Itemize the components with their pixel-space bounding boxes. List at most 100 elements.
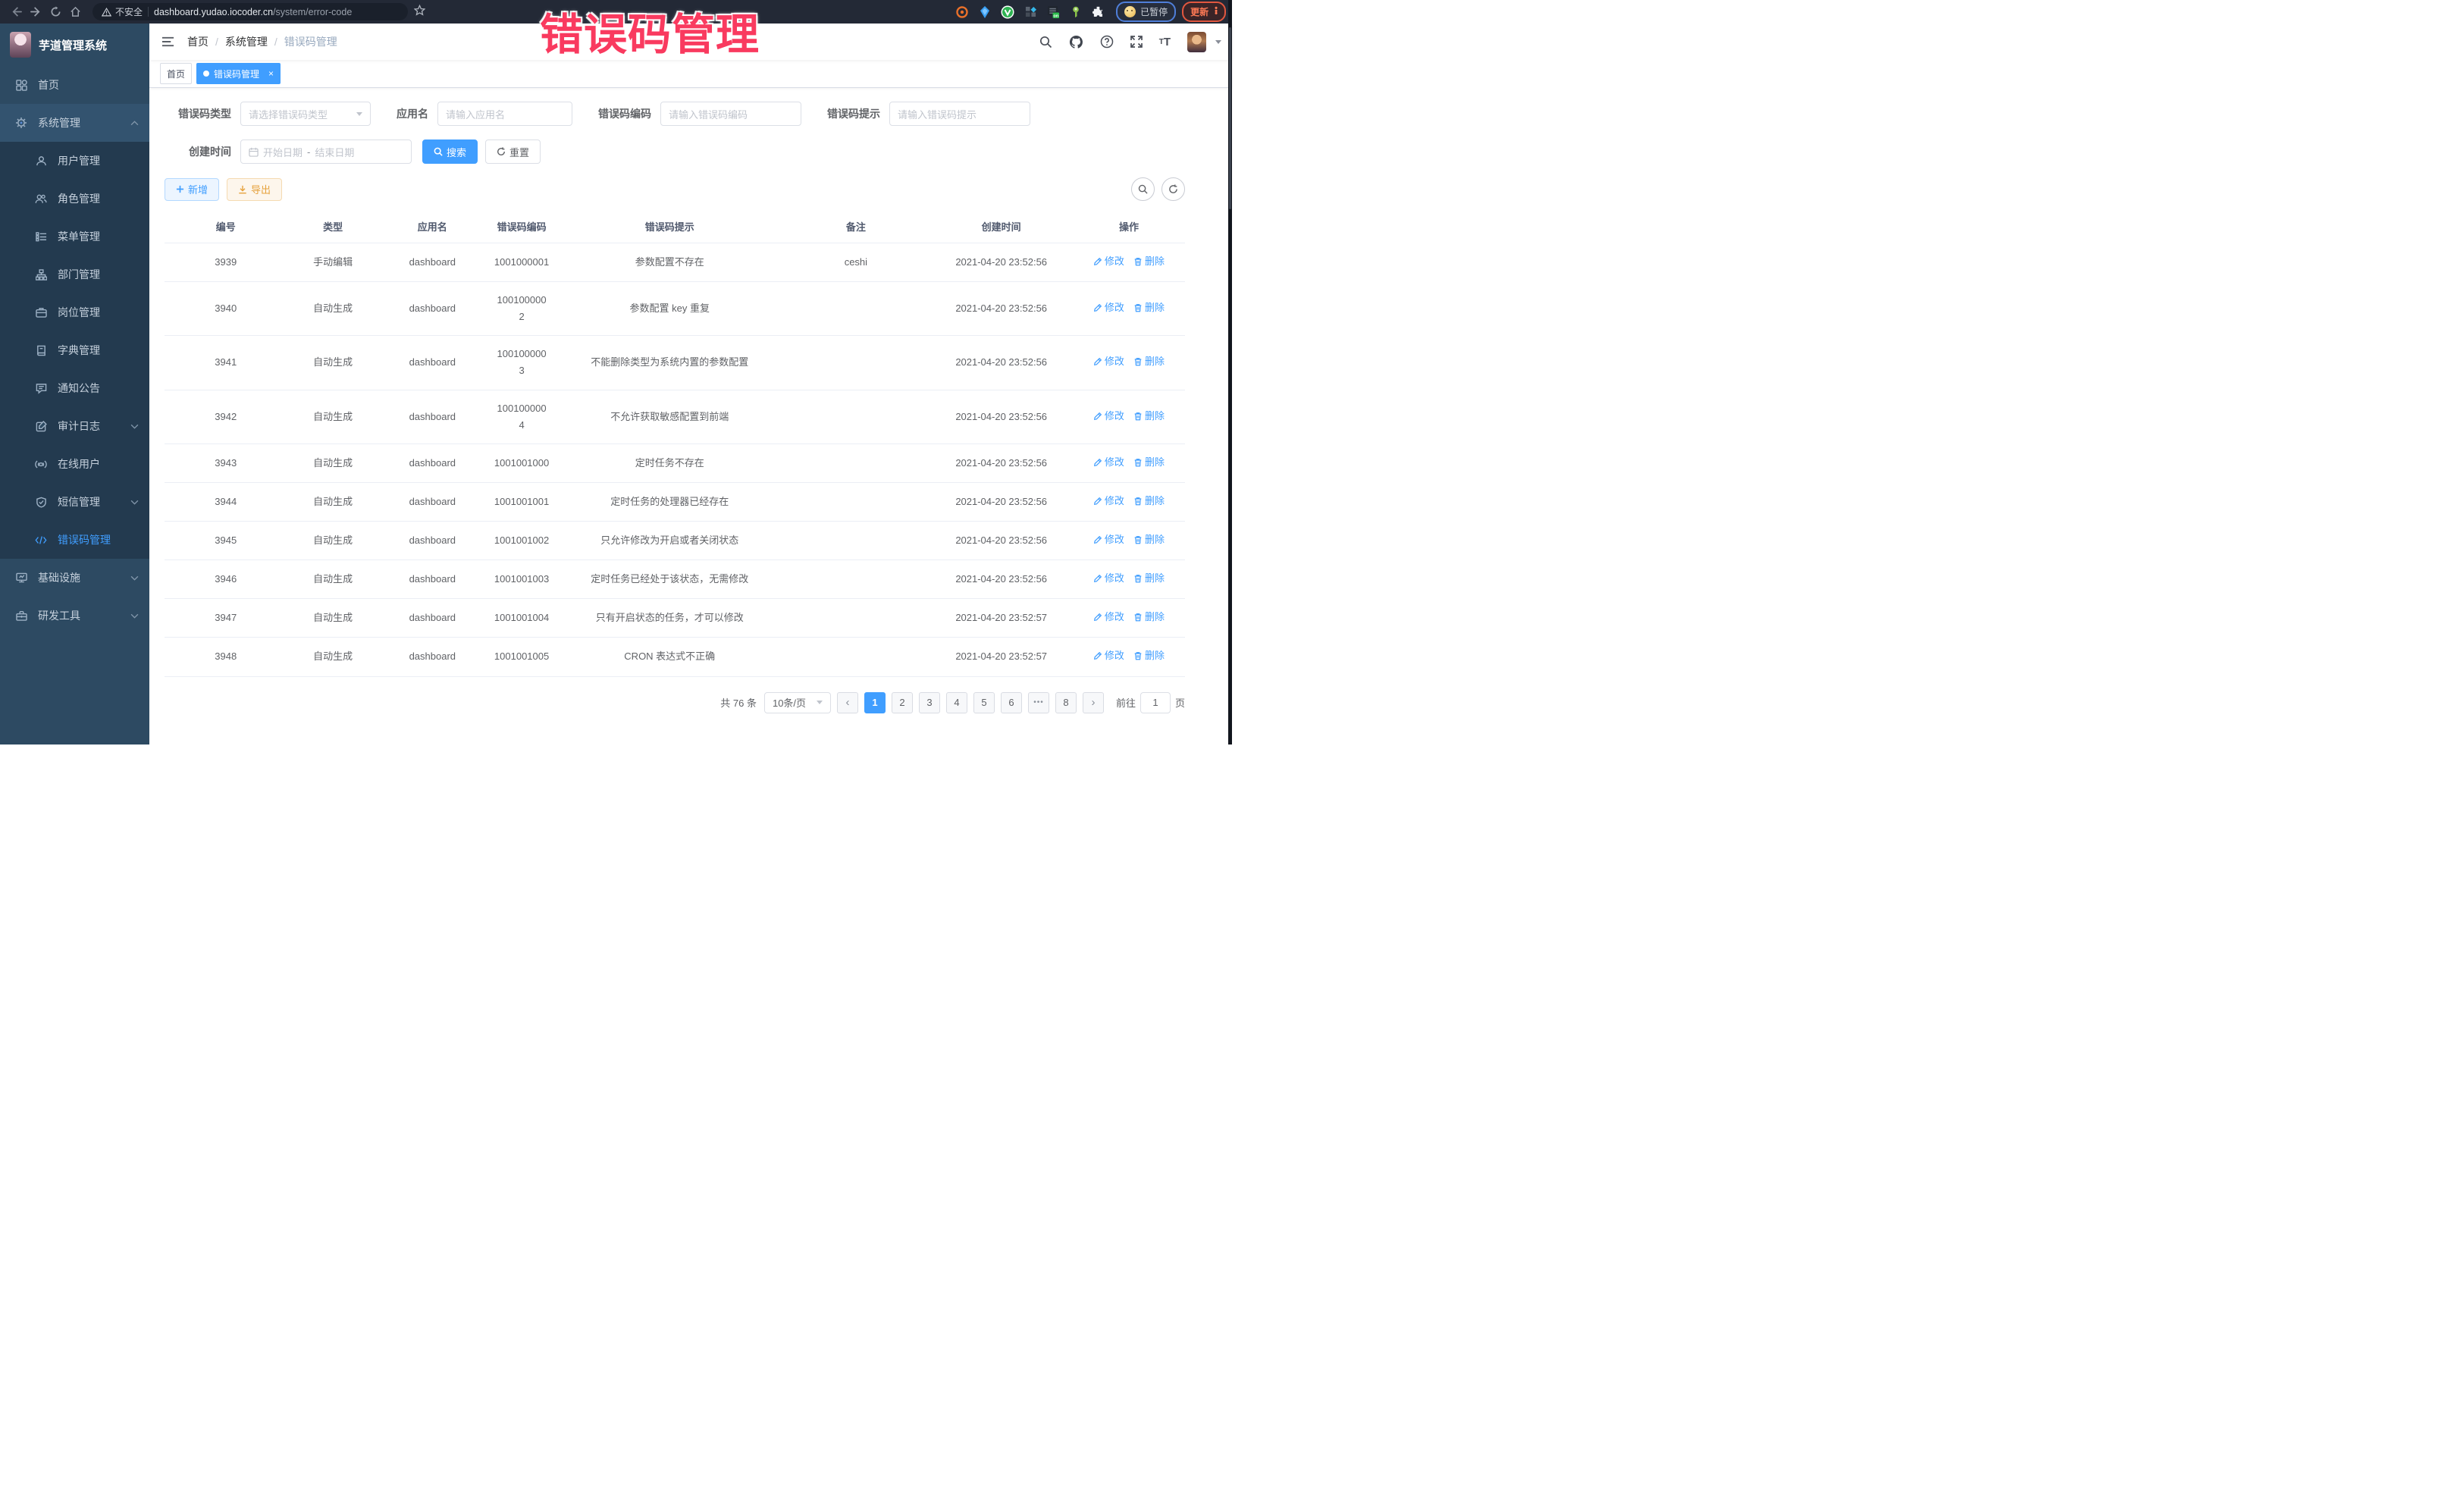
delete-link[interactable]: 删除 (1133, 493, 1165, 509)
sidebar-item-基础设施[interactable]: 基础设施 (0, 559, 149, 597)
extension-green-v-icon[interactable] (1000, 5, 1015, 20)
edit-link[interactable]: 修改 (1093, 531, 1124, 548)
page-button-3[interactable]: 3 (919, 692, 940, 713)
home-icon[interactable] (65, 2, 85, 22)
sidebar-item-错误码管理[interactable]: 错误码管理 (0, 521, 149, 559)
next-page-button[interactable]: › (1083, 692, 1104, 713)
tag-错误码管理[interactable]: 错误码管理× (196, 63, 281, 84)
extension-grid-icon[interactable] (1023, 5, 1038, 20)
error-code-input[interactable]: 请输入错误码编码 (660, 102, 801, 126)
date-range-picker[interactable]: 开始日期 - 结束日期 (240, 139, 412, 164)
sidebar-item-审计日志[interactable]: 审计日志 (0, 407, 149, 445)
add-button[interactable]: 新增 (165, 178, 219, 201)
page-button-8[interactable]: 8 (1055, 692, 1077, 713)
window-scrollbar[interactable] (1228, 0, 1232, 744)
back-icon[interactable] (6, 2, 26, 22)
security-warning[interactable]: 不安全 (102, 5, 143, 18)
page-button-1[interactable]: 1 (864, 692, 886, 713)
edit-link[interactable]: 修改 (1093, 570, 1124, 587)
reset-button[interactable]: 重置 (485, 139, 541, 164)
delete-link[interactable]: 删除 (1133, 253, 1165, 270)
extension-orange-icon[interactable] (955, 5, 970, 20)
bookmark-star-icon[interactable] (414, 5, 425, 20)
edit-link[interactable]: 修改 (1093, 299, 1124, 316)
cell-id: 3946 (165, 560, 287, 599)
cell-code: 1001001004 (486, 599, 557, 638)
delete-link[interactable]: 删除 (1133, 647, 1165, 664)
browser-menu-icon[interactable]: ••• (1215, 8, 1218, 17)
delete-link[interactable]: 删除 (1133, 299, 1165, 316)
edit-link[interactable]: 修改 (1093, 647, 1124, 664)
page-button-6[interactable]: 6 (1001, 692, 1022, 713)
sidebar-item-label: 菜单管理 (58, 229, 139, 244)
breadcrumb-item[interactable]: 首页 (187, 34, 208, 49)
sidebar-item-通知公告[interactable]: 通知公告 (0, 369, 149, 407)
cell-time: 2021-04-20 23:52:56 (929, 282, 1072, 336)
sidebar-item-用户管理[interactable]: 用户管理 (0, 142, 149, 180)
extension-list-on-icon[interactable]: on (1045, 5, 1061, 20)
sidebar-item-岗位管理[interactable]: 岗位管理 (0, 293, 149, 331)
forward-icon[interactable] (26, 2, 45, 22)
app-name-input[interactable]: 请输入应用名 (437, 102, 572, 126)
header-search-icon[interactable] (1039, 36, 1052, 49)
edit-link[interactable]: 修改 (1093, 408, 1124, 425)
page-button-2[interactable]: 2 (892, 692, 913, 713)
sidebar-item-短信管理[interactable]: 短信管理 (0, 483, 149, 521)
breadcrumb-item[interactable]: 系统管理 (225, 34, 268, 49)
extensions-puzzle-icon[interactable] (1091, 5, 1106, 20)
sidebar-item-菜单管理[interactable]: 菜单管理 (0, 218, 149, 255)
toggle-search-button[interactable] (1131, 177, 1155, 201)
extension-blue-pin-icon[interactable] (977, 5, 992, 20)
page-size-select[interactable]: 10条/页 (764, 692, 831, 713)
edit-link[interactable]: 修改 (1093, 609, 1124, 625)
edit-link[interactable]: 修改 (1093, 253, 1124, 270)
export-button[interactable]: 导出 (227, 178, 282, 201)
tag-close-icon[interactable]: × (268, 69, 274, 78)
help-icon[interactable] (1100, 35, 1114, 49)
font-size-icon[interactable]: TT (1159, 36, 1171, 49)
avatar-caret-icon[interactable] (1215, 40, 1221, 44)
edit-link[interactable]: 修改 (1093, 454, 1124, 471)
delete-link[interactable]: 删除 (1133, 609, 1165, 625)
sidebar-item-字典管理[interactable]: 字典管理 (0, 331, 149, 369)
address-bar[interactable]: 不安全 dashboard.yudao.iocoder.cn/system/er… (92, 3, 408, 20)
error-type-select[interactable]: 请选择错误码类型 (240, 102, 371, 126)
delete-link[interactable]: 删除 (1133, 570, 1165, 587)
download-icon (238, 185, 247, 194)
fullscreen-icon[interactable] (1130, 36, 1143, 48)
delete-link[interactable]: 删除 (1133, 353, 1165, 370)
extension-key-icon[interactable] (1068, 5, 1083, 20)
cell-type: 自动生成 (287, 638, 379, 676)
sidebar-item-角色管理[interactable]: 角色管理 (0, 180, 149, 218)
sidebar-item-在线用户[interactable]: 在线用户 (0, 445, 149, 483)
error-hint-input[interactable]: 请输入错误码提示 (889, 102, 1030, 126)
profile-paused-pill[interactable]: 已暂停 (1116, 2, 1176, 22)
github-icon[interactable] (1069, 35, 1083, 49)
delete-link[interactable]: 删除 (1133, 531, 1165, 548)
gear-icon (15, 117, 27, 129)
delete-link[interactable]: 删除 (1133, 408, 1165, 425)
page-button-4[interactable]: 4 (946, 692, 967, 713)
sidebar-item-研发工具[interactable]: 研发工具 (0, 597, 149, 635)
tag-首页[interactable]: 首页 (160, 63, 192, 84)
prev-page-button[interactable]: ‹ (837, 692, 858, 713)
user-icon (35, 155, 47, 167)
user-avatar[interactable] (1187, 32, 1206, 52)
hamburger-icon[interactable] (160, 34, 175, 49)
sidebar-item-系统管理[interactable]: 系统管理 (0, 104, 149, 142)
delete-link[interactable]: 删除 (1133, 454, 1165, 471)
delete-icon (1133, 357, 1143, 366)
goto-page-input[interactable]: 1 (1140, 692, 1171, 713)
edit-link[interactable]: 修改 (1093, 493, 1124, 509)
app-logo[interactable]: 芋道管理系统 (0, 24, 149, 66)
browser-update-button[interactable]: 更新 ••• (1182, 2, 1226, 22)
refresh-table-button[interactable] (1161, 177, 1185, 201)
edit-link[interactable]: 修改 (1093, 353, 1124, 370)
search-button[interactable]: 搜索 (422, 139, 478, 164)
more-pages-button[interactable]: ••• (1028, 692, 1049, 713)
reload-icon[interactable] (45, 2, 65, 22)
dashboard-icon (15, 79, 27, 91)
sidebar-item-部门管理[interactable]: 部门管理 (0, 255, 149, 293)
sidebar-item-首页[interactable]: 首页 (0, 66, 149, 104)
page-button-5[interactable]: 5 (973, 692, 995, 713)
